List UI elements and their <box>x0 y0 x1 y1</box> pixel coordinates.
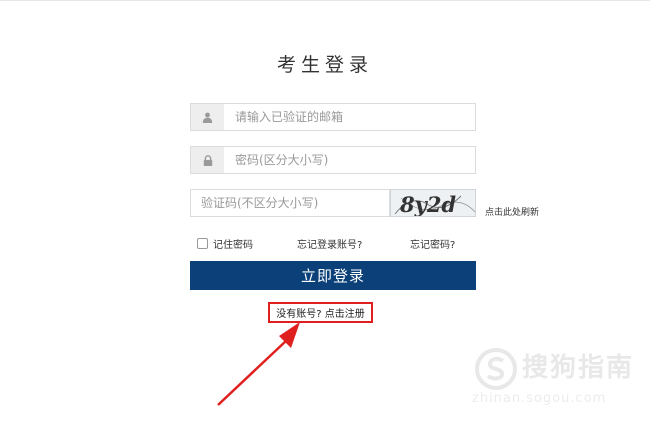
watermark-url: zhinan.sogou.com <box>472 391 607 406</box>
sogou-watermark: 搜狗指南 zhinan.sogou.com <box>470 345 640 415</box>
watermark-name: 搜狗指南 <box>522 353 635 383</box>
sogou-logo-icon <box>475 348 517 390</box>
